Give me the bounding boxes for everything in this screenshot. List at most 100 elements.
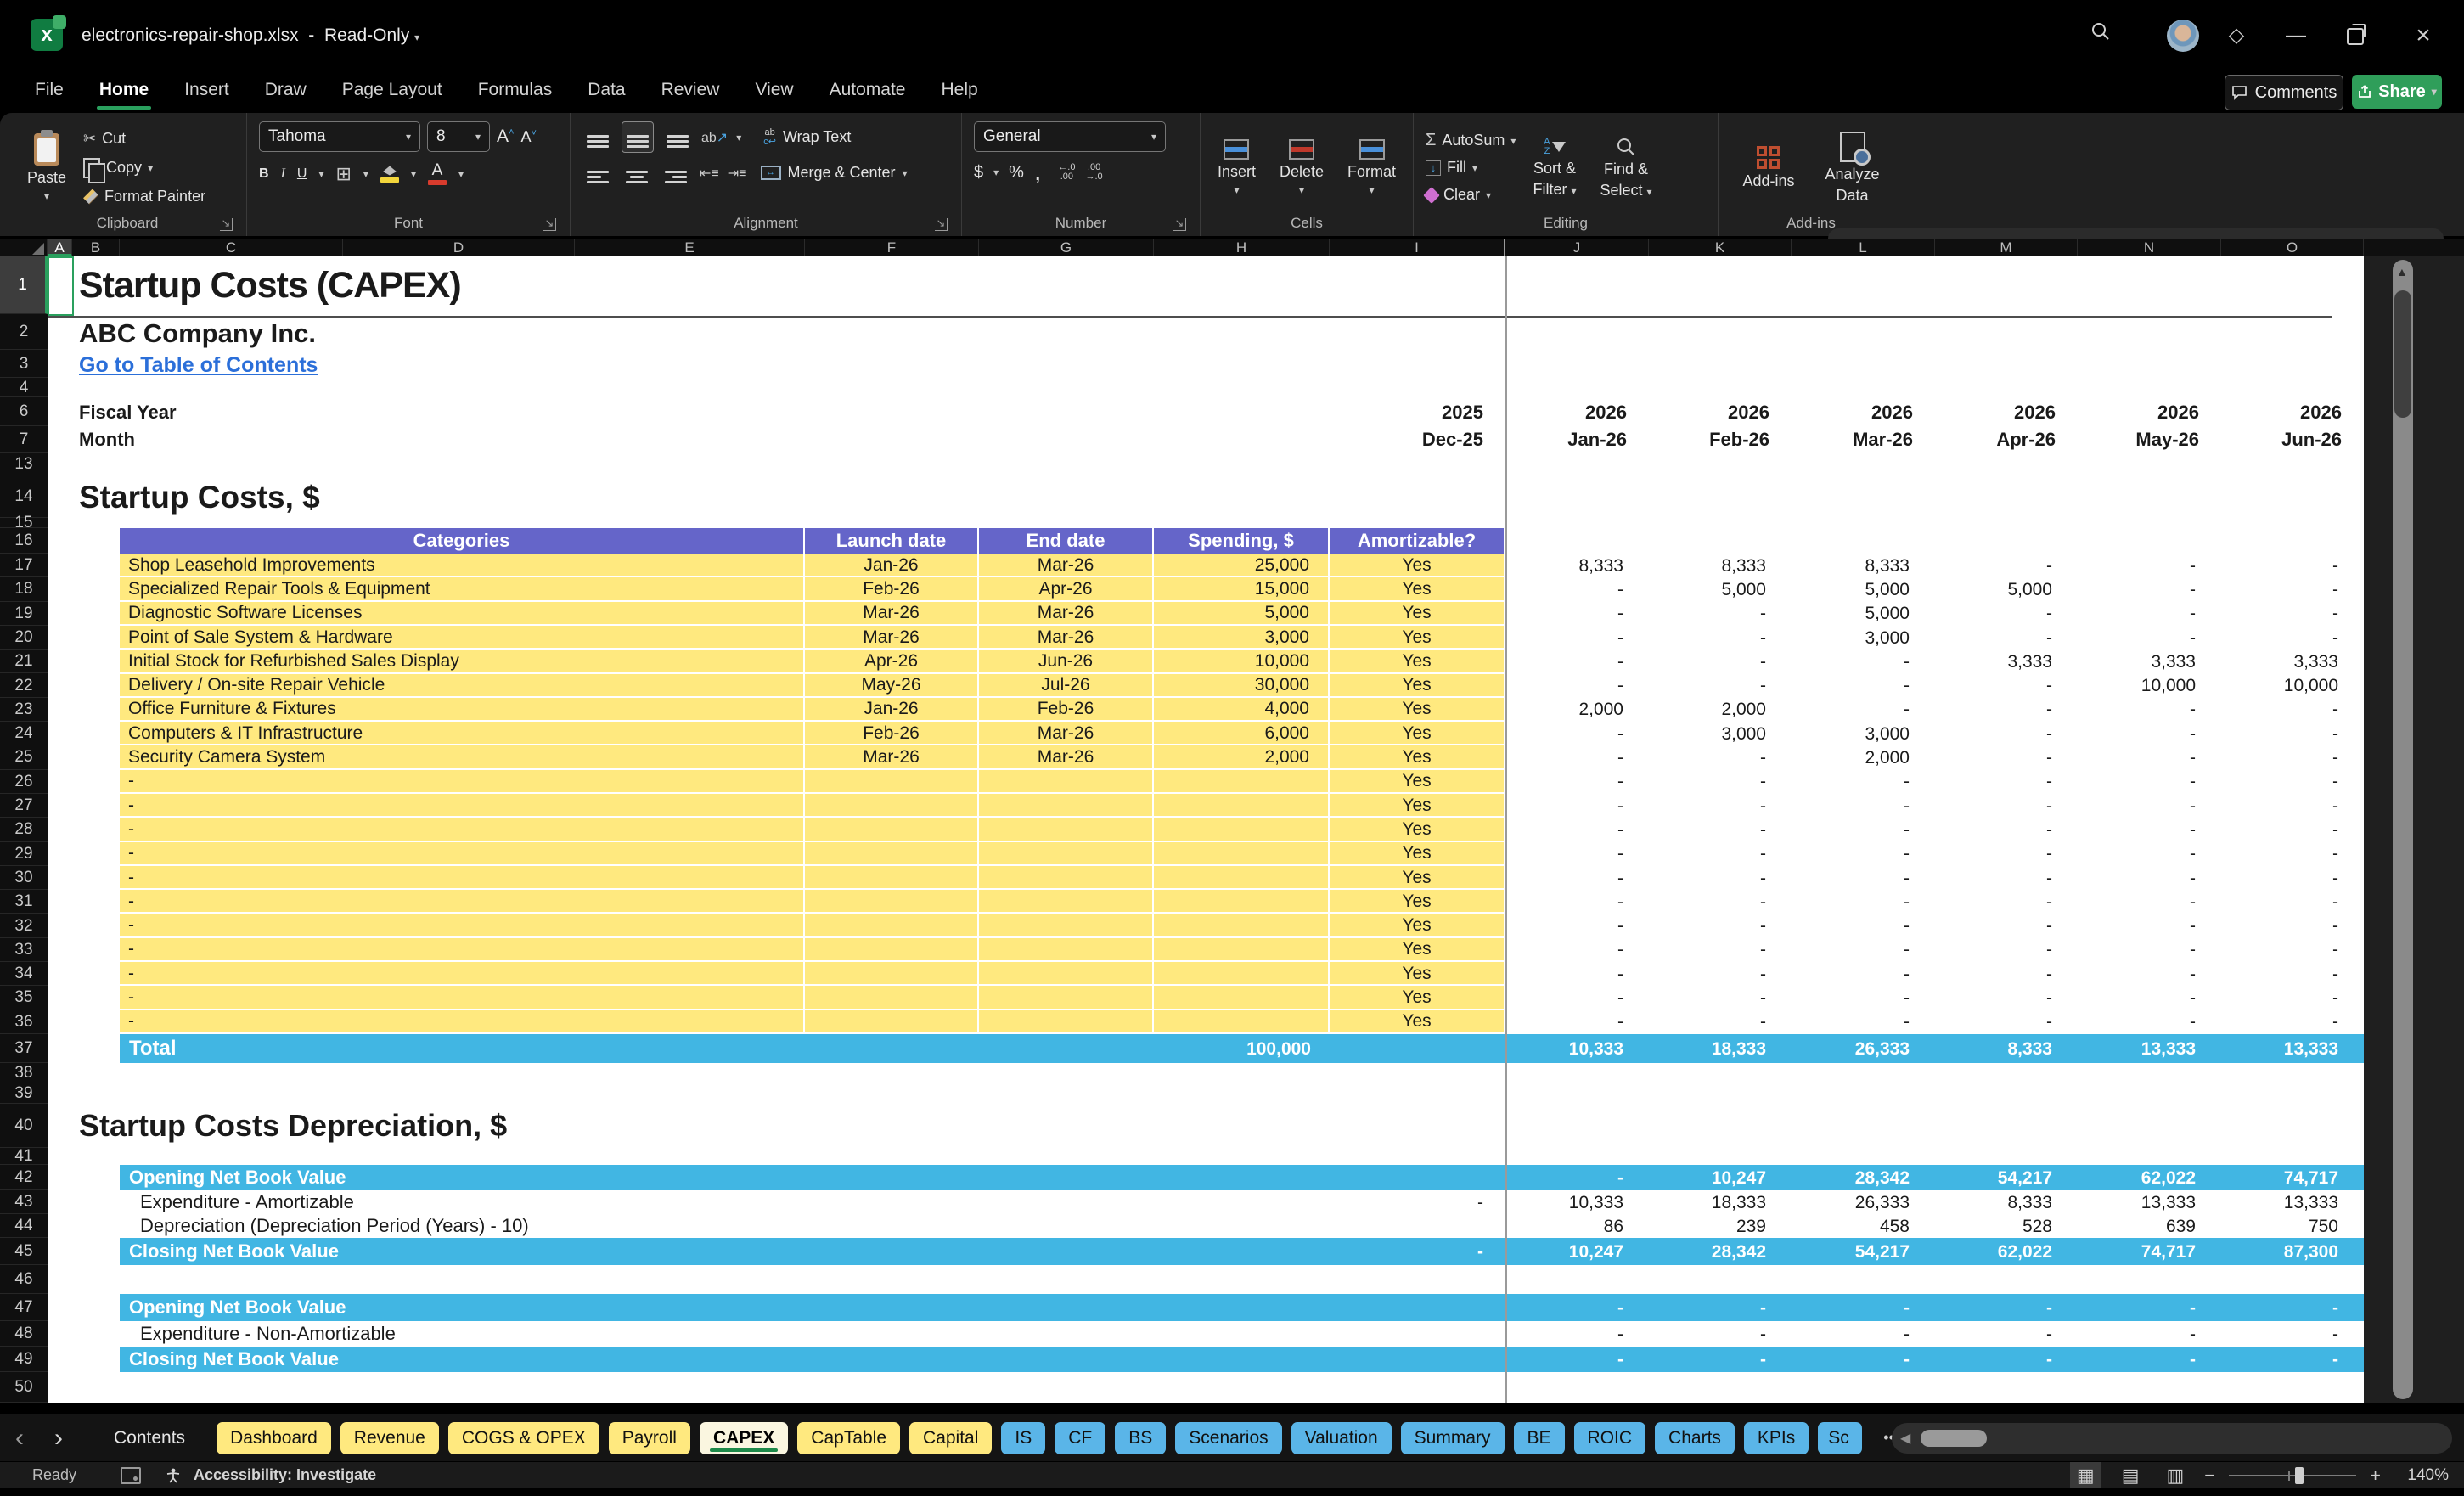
column-header-C[interactable]: C (120, 239, 343, 256)
table-row-category[interactable]: Point of Sale System & Hardware (120, 625, 805, 650)
vertical-scrollbar[interactable]: ▲ (2393, 260, 2413, 1399)
table-row-spending[interactable]: 15,000 (1154, 577, 1330, 602)
table-row-month-value[interactable]: 5,000 (1649, 577, 1766, 601)
merge-center-button[interactable]: ↔ Merge & Center ▾ (760, 164, 908, 182)
table-row-month-value[interactable]: - (2221, 962, 2338, 986)
table-row-launch[interactable]: Jan-26 (805, 697, 979, 723)
table-row-month-value[interactable]: - (1935, 602, 2052, 626)
fiscal-year-value[interactable]: 2026 (1649, 399, 1769, 426)
table-row-end[interactable] (979, 1010, 1154, 1034)
row-header-27[interactable]: 27 (0, 794, 48, 818)
borders-icon[interactable]: ⊞ (335, 163, 351, 185)
sheet-tab-capital[interactable]: Capital (909, 1421, 993, 1454)
row-header-25[interactable]: 25 (0, 745, 48, 770)
column-header-A[interactable]: A (48, 239, 72, 256)
table-row-month-value[interactable]: - (1935, 554, 2052, 577)
table-row-month-value[interactable]: - (1649, 986, 1766, 1010)
font-size-select[interactable]: 8 ▾ (427, 121, 490, 152)
table-row-launch[interactable] (805, 914, 979, 938)
table-row-spending[interactable] (1154, 962, 1330, 987)
table-row-month-value[interactable]: 3,333 (2078, 650, 2196, 673)
row-header-39[interactable]: 39 (0, 1083, 48, 1104)
table-row-amortizable[interactable]: Yes (1330, 890, 1505, 914)
tabs-back-icon[interactable]: ‹ (0, 1414, 39, 1461)
insert-cells-button[interactable]: Insert ▾ (1211, 121, 1263, 214)
dep-month-value[interactable]: - (2078, 1347, 2196, 1372)
table-row-month-value[interactable]: - (2078, 866, 2196, 890)
table-row-month-value[interactable]: - (2221, 914, 2338, 938)
table-row-category[interactable]: - (120, 937, 805, 963)
table-row-month-value[interactable]: - (1792, 890, 1910, 914)
sheet-tab-payroll[interactable]: Payroll (608, 1421, 690, 1454)
dep-month-value[interactable]: 87,300 (2221, 1238, 2338, 1265)
table-row-month-value[interactable]: - (1505, 938, 1623, 962)
sheet-tab-cogs-opex[interactable]: COGS & OPEX (447, 1421, 599, 1454)
fiscal-year-value[interactable]: 2025 (1330, 399, 1483, 426)
table-row-month-value[interactable]: - (1505, 1010, 1623, 1034)
table-row-month-value[interactable]: - (2221, 745, 2338, 769)
row-header-50[interactable]: 50 (0, 1372, 48, 1403)
currency-chevron-icon[interactable]: ▾ (993, 166, 999, 178)
table-row-month-value[interactable]: - (2078, 938, 2196, 962)
table-row-launch[interactable]: May-26 (805, 673, 979, 698)
borders-chevron-icon[interactable]: ▾ (363, 168, 368, 180)
table-row-month-value[interactable]: - (1935, 986, 2052, 1010)
decrease-font-icon[interactable]: A˅ (520, 128, 536, 146)
table-row-spending[interactable]: 10,000 (1154, 650, 1330, 674)
table-row-month-value[interactable]: - (1935, 818, 2052, 841)
minimize-button[interactable]: — (2277, 19, 2315, 53)
dep-month-value[interactable]: 18,333 (1649, 1190, 1766, 1214)
table-row-month-value[interactable]: - (2221, 554, 2338, 577)
dep-month-value[interactable]: - (1505, 1321, 1623, 1347)
dep-month-value[interactable]: 28,342 (1792, 1165, 1910, 1190)
table-row-month-value[interactable]: 3,000 (1792, 722, 1910, 745)
dep-month-value[interactable]: 74,717 (2078, 1238, 2196, 1265)
table-row-month-value[interactable]: - (2221, 866, 2338, 890)
cut-button[interactable]: ✂ Cut (83, 126, 205, 153)
table-row-category[interactable]: - (120, 865, 805, 891)
table-row-month-value[interactable]: - (1649, 938, 1766, 962)
horizontal-scrollbar[interactable]: ◀ (1892, 1423, 2452, 1454)
table-row-month-value[interactable]: - (1935, 938, 2052, 962)
menu-tab-automate[interactable]: Automate (812, 70, 924, 113)
table-row-month-value[interactable]: - (1792, 650, 1910, 673)
dep-month-value[interactable]: - (1935, 1321, 2052, 1347)
dep-month-value[interactable]: 8,333 (1935, 1190, 2052, 1214)
delete-cells-button[interactable]: Delete ▾ (1273, 121, 1330, 214)
table-row-month-value[interactable]: - (1505, 745, 1623, 769)
table-row-month-value[interactable]: 8,333 (1792, 554, 1910, 577)
table-row-category[interactable]: - (120, 890, 805, 914)
table-row-amortizable[interactable]: Yes (1330, 745, 1505, 770)
table-row-category[interactable]: - (120, 962, 805, 987)
dep-month-value[interactable]: - (2221, 1294, 2338, 1321)
column-header-D[interactable]: D (343, 239, 575, 256)
total-spending[interactable]: 100,000 (1154, 1034, 1311, 1063)
autosum-button[interactable]: Σ AutoSum ▾ (1426, 129, 1516, 153)
orientation-chevron-icon[interactable]: ▾ (736, 132, 741, 143)
dep-month-value[interactable]: - (1792, 1321, 1910, 1347)
table-row-month-value[interactable]: - (1505, 914, 1623, 938)
table-row-launch[interactable] (805, 1010, 979, 1034)
avatar[interactable] (2167, 20, 2199, 52)
table-row-category[interactable]: - (120, 1010, 805, 1034)
table-row-end[interactable] (979, 769, 1154, 794)
table-row-month-value[interactable]: - (2221, 842, 2338, 866)
fiscal-year-value[interactable]: 2026 (1792, 399, 1913, 426)
table-row-launch[interactable]: Feb-26 (805, 722, 979, 746)
row-header-33[interactable]: 33 (0, 938, 48, 963)
dep-month-value[interactable]: - (2221, 1321, 2338, 1347)
table-row-month-value[interactable]: 2,000 (1792, 745, 1910, 769)
fiscal-year-label[interactable]: Fiscal Year (79, 399, 419, 426)
sheet-canvas[interactable]: Startup Costs (CAPEX) ABC Company Inc. Go … (48, 256, 2364, 1403)
month-value[interactable]: Mar-26 (1792, 426, 1913, 453)
fill-button[interactable]: ↓ Fill ▾ (1426, 156, 1516, 180)
table-row-month-value[interactable]: - (2221, 818, 2338, 841)
table-row-month-value[interactable]: - (2221, 577, 2338, 601)
clear-button[interactable]: Clear ▾ (1423, 183, 1516, 207)
table-row-launch[interactable] (805, 962, 979, 987)
month-value[interactable]: May-26 (2078, 426, 2199, 453)
table-row-month-value[interactable]: - (1935, 914, 2052, 938)
total-label[interactable]: Total (129, 1034, 384, 1063)
dep-month-value[interactable]: - (1505, 1294, 1623, 1321)
row-header-18[interactable]: 18 (0, 577, 48, 602)
